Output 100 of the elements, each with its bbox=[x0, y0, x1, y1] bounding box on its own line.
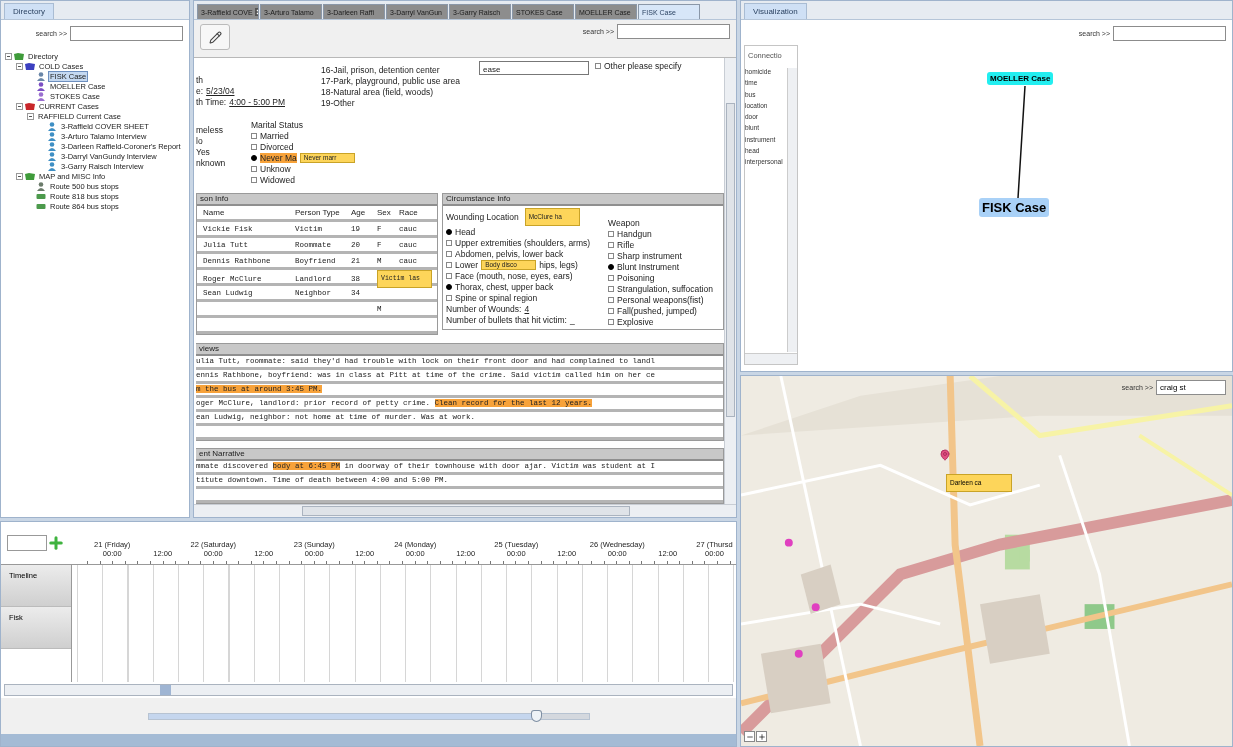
pencil-icon bbox=[208, 30, 222, 44]
location-option: 17-Park, playground, public use area bbox=[321, 76, 479, 86]
field-label: Number of bullets that hit victim: bbox=[446, 315, 567, 325]
option-label: Widowed bbox=[260, 175, 295, 185]
radio-button[interactable] bbox=[608, 297, 615, 303]
option-label: Married bbox=[260, 131, 289, 141]
option-label: Poisoning bbox=[617, 273, 655, 283]
option-label: hips, legs) bbox=[539, 260, 578, 270]
radio-button[interactable] bbox=[251, 155, 257, 161]
radio-button[interactable] bbox=[446, 240, 452, 246]
radio-button[interactable] bbox=[446, 295, 452, 301]
option-label: Unknow bbox=[260, 164, 291, 174]
option-label: Fall(pushed, jumped) bbox=[617, 306, 697, 316]
option-label: Upper extremities (shoulders, arms) bbox=[455, 238, 591, 248]
option-label: Thorax, chest, upper back bbox=[455, 282, 554, 292]
radio-button[interactable] bbox=[446, 273, 452, 279]
group-title: Marital Status bbox=[251, 120, 304, 130]
search-field[interactable]: craig st bbox=[1156, 380, 1226, 395]
graph-node[interactable]: FISK Case bbox=[979, 198, 1050, 217]
search-field[interactable] bbox=[617, 24, 730, 39]
radio-button[interactable] bbox=[446, 251, 452, 257]
panel-tab[interactable]: Visualization bbox=[744, 3, 807, 19]
field-label: th Time: bbox=[196, 97, 227, 107]
field-value: 4 bbox=[524, 304, 530, 314]
zoom-slider[interactable] bbox=[147, 712, 590, 720]
collapse-icon[interactable] bbox=[16, 102, 23, 110]
text-field[interactable]: ease bbox=[479, 61, 589, 75]
group-title: Wounding Location bbox=[446, 212, 519, 222]
option-label: Explosive bbox=[617, 317, 654, 327]
map-pin-icon[interactable] bbox=[939, 448, 951, 462]
field-value: 4:00 - 5:00 PM bbox=[229, 97, 285, 107]
collapse-icon[interactable] bbox=[16, 62, 23, 70]
scrollbar[interactable] bbox=[194, 504, 736, 517]
option-label: meless bbox=[196, 125, 224, 135]
radio-button[interactable] bbox=[446, 284, 452, 290]
option-label: Never Ma bbox=[260, 153, 297, 163]
option-label: Personal weapons(fist) bbox=[617, 295, 704, 305]
radio-button[interactable] bbox=[446, 229, 452, 235]
radio-button[interactable] bbox=[608, 308, 615, 314]
option-label: Lower bbox=[455, 260, 479, 270]
edit-button[interactable] bbox=[200, 24, 230, 50]
collapse-icon[interactable] bbox=[16, 172, 23, 180]
option-label: lo bbox=[196, 136, 204, 146]
radio-button[interactable] bbox=[251, 133, 257, 139]
plus-icon bbox=[757, 732, 766, 741]
map-drawing[interactable] bbox=[741, 376, 1232, 746]
location-option: 18-Natural area (field, woods) bbox=[321, 87, 479, 97]
collapse-icon[interactable] bbox=[5, 52, 12, 60]
scrollbar[interactable] bbox=[1, 734, 736, 746]
field-value: 5/23/04 bbox=[206, 86, 235, 96]
radio-button[interactable] bbox=[251, 144, 257, 150]
option-label: Rifle bbox=[617, 240, 635, 250]
plus-icon bbox=[47, 534, 65, 552]
radio-button[interactable] bbox=[608, 253, 615, 259]
column-header: Race bbox=[399, 208, 419, 217]
radio-button[interactable] bbox=[608, 275, 615, 281]
search-field[interactable] bbox=[1113, 26, 1226, 41]
zoom-out-button[interactable] bbox=[744, 731, 755, 742]
scrollbar[interactable] bbox=[787, 68, 797, 352]
radio-button[interactable] bbox=[608, 286, 615, 292]
option-label: Yes bbox=[196, 147, 211, 157]
section-header: views bbox=[196, 344, 723, 356]
option-label: Handgun bbox=[617, 229, 652, 239]
section-header: Circumstance Info bbox=[443, 194, 723, 206]
radio-button[interactable] bbox=[446, 262, 452, 268]
slider-thumb[interactable] bbox=[530, 709, 542, 722]
field-value: _ bbox=[569, 315, 575, 325]
section-header: son Info bbox=[197, 194, 437, 206]
panel-tab[interactable]: Directory bbox=[4, 3, 54, 19]
option-label: Blunt Instrument bbox=[617, 262, 679, 272]
scrollbar[interactable] bbox=[4, 684, 733, 696]
zoom-in-button[interactable] bbox=[756, 731, 767, 742]
scrollbar[interactable] bbox=[724, 58, 736, 504]
column-header: Sex bbox=[377, 208, 392, 217]
option-label: nknown bbox=[196, 158, 227, 168]
scrollbar[interactable] bbox=[745, 353, 797, 364]
field-label: th bbox=[196, 75, 204, 85]
option-label: Abdomen, pelvis, lower back bbox=[455, 249, 564, 259]
column-header: Age bbox=[351, 208, 367, 217]
radio-button[interactable] bbox=[608, 319, 615, 325]
field-label: Number of Wounds: bbox=[446, 304, 522, 314]
section-header: ent Narrative bbox=[196, 449, 723, 461]
location-option: 19-Other bbox=[321, 98, 479, 108]
input-field[interactable] bbox=[7, 535, 47, 551]
radio-button[interactable] bbox=[608, 264, 615, 270]
option-label: Divorced bbox=[260, 142, 294, 152]
radio-button[interactable] bbox=[608, 231, 615, 237]
graph-node[interactable]: MOELLER Case bbox=[987, 72, 1054, 85]
radio-button[interactable] bbox=[595, 63, 601, 69]
radio-button[interactable] bbox=[251, 166, 257, 172]
search-field[interactable] bbox=[70, 26, 183, 41]
field-label: e: bbox=[196, 86, 204, 96]
option-label: Face (mouth, nose, eyes, ears) bbox=[455, 271, 573, 281]
add-button[interactable] bbox=[47, 534, 65, 552]
option-label: Spine or spinal region bbox=[455, 293, 538, 303]
column-header: Name bbox=[203, 208, 226, 217]
option-label: Sharp instrument bbox=[617, 251, 682, 261]
radio-button[interactable] bbox=[251, 177, 257, 183]
collapse-icon[interactable] bbox=[27, 112, 34, 120]
radio-button[interactable] bbox=[608, 242, 615, 248]
